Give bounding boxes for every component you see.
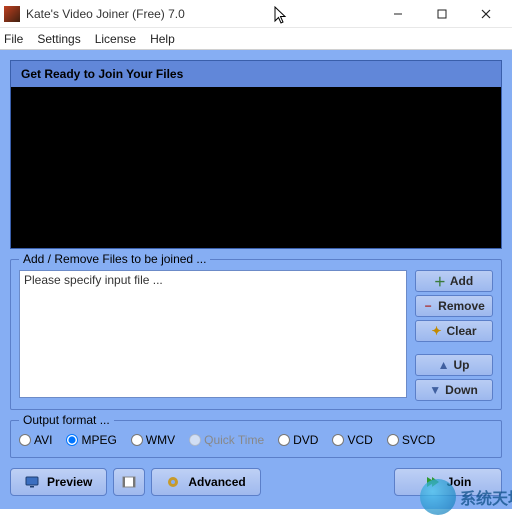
gear-icon [166,475,180,489]
format-group-title: Output format ... [19,413,114,427]
banner-title: Get Ready to Join Your Files [10,60,502,87]
star-icon: ✦ [431,326,441,336]
radio-mpeg[interactable]: MPEG [66,433,116,447]
radio-wmv[interactable]: WMV [131,433,175,447]
monitor-icon [25,475,39,489]
menubar: File Settings License Help [0,28,512,50]
clear-button[interactable]: ✦Clear [415,320,493,342]
menu-license[interactable]: License [95,32,136,46]
titlebar: Kate's Video Joiner (Free) 7.0 [0,0,512,28]
play-icon [425,475,439,489]
app-icon [4,6,20,22]
video-preview-area [10,87,502,249]
radio-quicktime[interactable]: Quick Time [189,433,264,447]
arrow-down-icon: ▼ [430,385,440,395]
menu-settings[interactable]: Settings [37,32,80,46]
preview-button[interactable]: Preview [10,468,107,496]
advanced-button[interactable]: Advanced [151,468,260,496]
radio-vcd[interactable]: VCD [332,433,372,447]
minus-icon: − [423,301,433,311]
join-button[interactable]: Join [394,468,502,496]
files-group: Add / Remove Files to be joined ... Plea… [10,259,502,410]
radio-avi[interactable]: AVI [19,433,52,447]
bottom-toolbar: Preview Advanced Join [10,468,502,496]
close-button[interactable] [464,0,508,28]
content-area: Get Ready to Join Your Files Add / Remov… [0,50,512,509]
files-group-title: Add / Remove Files to be joined ... [19,252,210,266]
up-button[interactable]: ▲Up [415,354,493,376]
radio-dvd[interactable]: DVD [278,433,318,447]
radio-svcd[interactable]: SVCD [387,433,435,447]
minimize-button[interactable] [376,0,420,28]
menu-file[interactable]: File [4,32,23,46]
remove-button[interactable]: −Remove [415,295,493,317]
arrow-up-icon: ▲ [439,360,449,370]
add-button[interactable]: ＋Add [415,270,493,292]
film-icon [122,475,136,489]
file-list[interactable]: Please specify input file ... [19,270,407,398]
film-button[interactable] [113,468,145,496]
file-list-placeholder: Please specify input file ... [24,273,163,287]
maximize-button[interactable] [420,0,464,28]
plus-icon: ＋ [435,276,445,286]
format-group: Output format ... AVI MPEG WMV Quick Tim… [10,420,502,458]
menu-help[interactable]: Help [150,32,175,46]
window-title: Kate's Video Joiner (Free) 7.0 [26,7,376,21]
down-button[interactable]: ▼Down [415,379,493,401]
